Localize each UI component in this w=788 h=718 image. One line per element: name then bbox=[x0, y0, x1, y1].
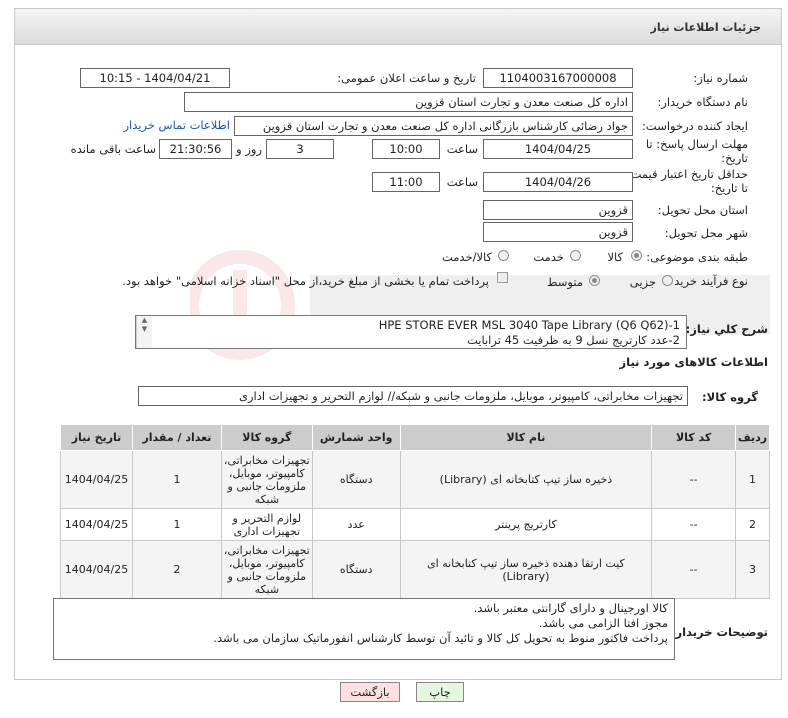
deadline-days-label: روز و bbox=[236, 142, 262, 156]
cell-quantity: 1 bbox=[132, 450, 222, 509]
buyer-note-line-2: مجوز افتا الزامی می باشد. bbox=[538, 616, 668, 630]
buyer-notes-label: توضیحات خریدار: bbox=[670, 625, 768, 639]
cell-unit: دستگاه bbox=[311, 450, 401, 509]
buyer-note-line-3: پرداخت فاکتور منوط به تحویل کل کالا و تا… bbox=[213, 631, 668, 645]
category-option-goods-service: کالا/خدمت bbox=[441, 250, 492, 264]
need-number-label: شماره نیاز: bbox=[693, 71, 748, 85]
cell-unit: عدد bbox=[311, 508, 401, 541]
table-row: 2 -- کارتریج پرینتر عدد لوازم التحریر و … bbox=[59, 508, 770, 541]
table-row: 1 -- ذخیره ساز تیپ کتابخانه ای (Library)… bbox=[59, 450, 770, 509]
treasury-note: پرداخت تمام یا بخشی از مبلغ خرید،از محل … bbox=[122, 274, 489, 288]
treasury-checkbox[interactable] bbox=[497, 272, 508, 283]
col-unit: واحد شمارش bbox=[311, 424, 401, 451]
deadline-time-field: 10:00 bbox=[372, 139, 440, 159]
requester-label: ایجاد کننده درخواست: bbox=[642, 119, 748, 133]
cell-need-date: 1404/04/25 bbox=[59, 540, 134, 599]
col-quantity: تعداد / مقدار bbox=[132, 424, 222, 451]
deadline-label-line2: تاریخ: bbox=[721, 151, 748, 165]
cell-row-number: 2 bbox=[735, 508, 770, 541]
buyer-note-line-1: کالا اورجینال و دارای گارانتی معتبر باشد… bbox=[473, 601, 668, 615]
description-label: شرح کلي نياز: bbox=[685, 322, 768, 336]
remaining-time-field: 21:30:56 bbox=[159, 139, 232, 159]
category-radio-goods[interactable] bbox=[631, 250, 642, 261]
goods-table-header: ردیف کد کالا نام کالا واحد شمارش گروه کا… bbox=[59, 424, 770, 451]
process-option-medium: متوسط bbox=[546, 275, 583, 289]
buyer-org-field: اداره کل صنعت معدن و تجارت استان قزوین bbox=[184, 92, 633, 112]
process-label: نوع فرآیند خرید : bbox=[666, 274, 748, 288]
cell-item-group: تجهیزات مخابراتی، کامپیوتر، موبایل، ملزو… bbox=[220, 540, 313, 599]
announce-label: تاریخ و ساعت اعلان عمومی: bbox=[337, 71, 476, 85]
cell-item-group: لوازم التحریر و تجهیزات اداری bbox=[220, 508, 313, 541]
category-radio-service[interactable] bbox=[570, 250, 581, 261]
cell-row-number: 3 bbox=[735, 540, 770, 599]
cell-item-name: کارتریج پرینتر bbox=[399, 508, 653, 541]
cell-item-code: -- bbox=[651, 540, 737, 599]
buyer-notes-textarea[interactable]: کالا اورجینال و دارای گارانتی معتبر باشد… bbox=[53, 598, 675, 660]
announce-field: 1404/04/21 - 10:15 bbox=[80, 68, 230, 88]
delivery-province-field: قزوین bbox=[483, 200, 633, 220]
cell-unit: دستگاه bbox=[311, 540, 401, 599]
cell-item-code: -- bbox=[651, 450, 737, 509]
remaining-time-label: ساعت باقی مانده bbox=[70, 142, 156, 156]
panel-title: جزئیات اطلاعات نیاز bbox=[650, 21, 762, 34]
goods-group-field: تجهیزات مخابراتی، کامپیوتر، موبایل، ملزو… bbox=[138, 386, 688, 406]
price-validity-date-field: 1404/04/26 bbox=[483, 172, 633, 192]
buyer-contact-link[interactable]: اطلاعات تماس خریدار bbox=[123, 118, 230, 132]
goods-group-label: گروه کالا: bbox=[702, 390, 758, 404]
col-item-name: نام کالا bbox=[399, 424, 653, 451]
process-radio-minor[interactable] bbox=[662, 275, 673, 286]
description-textarea[interactable]: 1-HPE STORE EVER MSL 3040 Tape Library (… bbox=[135, 315, 687, 349]
cell-row-number: 1 bbox=[735, 450, 770, 509]
goods-table: ردیف کد کالا نام کالا واحد شمارش گروه کا… bbox=[59, 424, 770, 599]
col-need-date: تاریخ نیاز bbox=[59, 424, 134, 451]
process-option-minor: جزیی bbox=[629, 275, 656, 289]
deadline-days-field: 3 bbox=[266, 139, 334, 159]
description-line-2: 2-عدد کارتریج نسل 9 به ظرفیت 45 ترابایت bbox=[466, 333, 680, 347]
cell-need-date: 1404/04/25 bbox=[59, 450, 134, 509]
col-row-number: ردیف bbox=[735, 424, 770, 451]
cell-quantity: 2 bbox=[132, 540, 222, 599]
price-validity-label-line2: تا تاریخ: bbox=[710, 181, 748, 195]
col-item-group: گروه کالا bbox=[220, 424, 313, 451]
delivery-city-label: شهر محل تحویل: bbox=[664, 226, 748, 240]
price-validity-time-label: ساعت bbox=[446, 175, 478, 189]
cell-quantity: 1 bbox=[132, 508, 222, 541]
category-option-goods: کالا bbox=[607, 250, 623, 264]
print-button[interactable]: چاپ bbox=[416, 682, 464, 702]
scroll-up-icon[interactable]: ▲ bbox=[137, 316, 152, 325]
cell-item-name: ذخیره ساز تیپ کتابخانه ای (Library) bbox=[399, 450, 653, 509]
cell-item-group: تجهیزات مخابراتی، کامپیوتر، موبایل، ملزو… bbox=[220, 450, 313, 509]
scroll-down-icon[interactable]: ▼ bbox=[137, 325, 152, 334]
cell-item-code: -- bbox=[651, 508, 737, 541]
table-row: 3 -- کیت ارتقا دهنده ذخیره ساز تیپ کتابخ… bbox=[59, 540, 770, 599]
category-label: طبقه بندی موضوعی: bbox=[646, 250, 748, 264]
cell-need-date: 1404/04/25 bbox=[59, 508, 134, 541]
description-line-1: 1-HPE STORE EVER MSL 3040 Tape Library (… bbox=[378, 318, 680, 332]
col-item-code: کد کالا bbox=[651, 424, 737, 451]
requester-field: جواد رضائی کارشناس بازرگانی اداره کل صنع… bbox=[234, 116, 633, 136]
back-button[interactable]: بازگشت bbox=[340, 682, 400, 702]
deadline-label-line1: مهلت ارسال پاسخ: تا bbox=[645, 137, 748, 151]
deadline-date-field: 1404/04/25 bbox=[483, 139, 633, 159]
need-number-field: 1104003167000008 bbox=[483, 68, 633, 88]
process-radio-medium[interactable] bbox=[589, 275, 600, 286]
price-validity-label-line1: حداقل تاریخ اعتبار قیمت: bbox=[626, 167, 748, 181]
category-radio-goods-service[interactable] bbox=[498, 250, 509, 261]
description-scrollbar[interactable]: ▲ ▼ bbox=[136, 316, 152, 348]
cell-item-name: کیت ارتقا دهنده ذخیره ساز تیپ کتابخانه ا… bbox=[399, 540, 653, 599]
goods-info-title: اطلاعات کالاهای مورد نیاز bbox=[619, 355, 768, 369]
price-validity-time-field: 11:00 bbox=[372, 172, 440, 192]
category-option-service: خدمت bbox=[533, 250, 564, 264]
delivery-province-label: استان محل تحویل: bbox=[657, 203, 748, 217]
delivery-city-field: قزوین bbox=[483, 222, 633, 242]
deadline-time-label: ساعت bbox=[446, 142, 478, 156]
buyer-org-label: نام دستگاه خریدار: bbox=[657, 95, 748, 109]
